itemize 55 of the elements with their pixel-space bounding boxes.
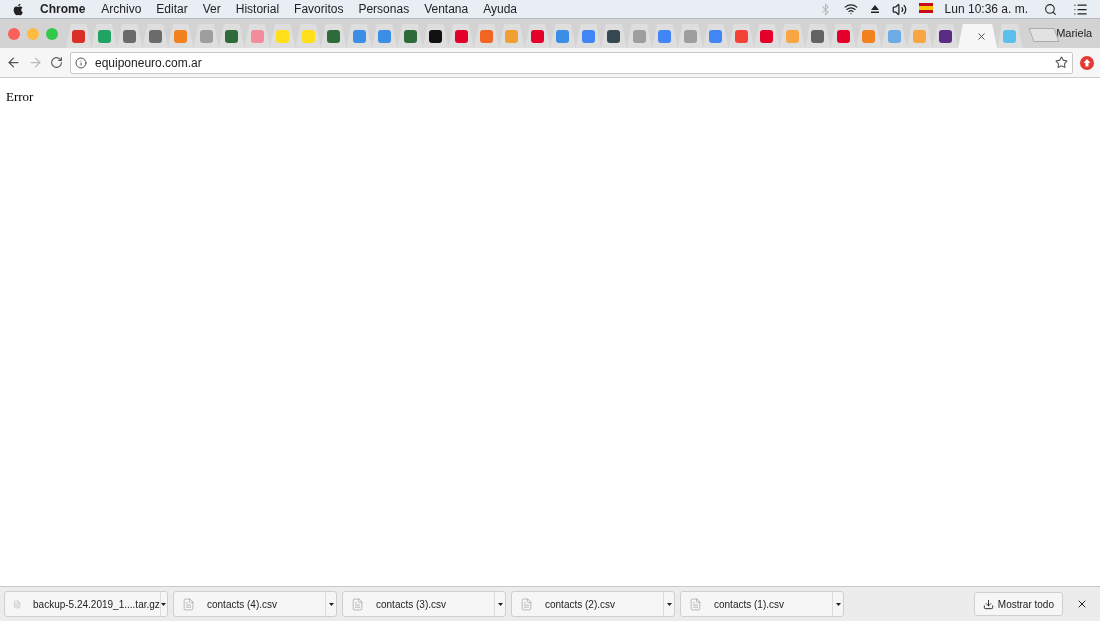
file-name: backup-5.24.2019_1....tar.gz (33, 597, 160, 612)
browser-tab[interactable] (422, 24, 449, 48)
file-icon (689, 597, 702, 611)
new-tab-button[interactable] (1028, 28, 1059, 42)
extension-icon[interactable] (1080, 55, 1094, 70)
download-item[interactable]: contacts (4).csv (173, 591, 337, 617)
download-item[interactable]: contacts (1).csv (680, 591, 844, 617)
caret-icon[interactable] (663, 592, 674, 616)
info-icon[interactable] (75, 56, 87, 69)
apple-logo-icon[interactable] (12, 2, 24, 16)
download-item[interactable]: contacts (3).csv (342, 591, 506, 617)
notification-list-icon[interactable] (1073, 1, 1088, 17)
download-item[interactable]: contacts (2).csv (511, 591, 675, 617)
file-icon (182, 597, 195, 611)
menu-item[interactable]: Ver (202, 0, 221, 18)
file-icon (520, 597, 533, 611)
wifi-icon[interactable] (843, 2, 858, 16)
clock[interactable]: Lun 10:36 a. m. (944, 0, 1028, 18)
file-name: contacts (4).csv (207, 597, 279, 612)
file-name: contacts (2).csv (545, 597, 617, 612)
browser-tab[interactable] (601, 24, 627, 48)
search-icon[interactable] (1044, 2, 1057, 16)
bookmark-star-icon[interactable] (1055, 56, 1068, 69)
app-menu[interactable]: Chrome (40, 0, 86, 18)
caret-icon[interactable] (494, 592, 505, 616)
address-bar[interactable]: equiponeuro.com.ar (70, 51, 1073, 74)
download-icon (982, 598, 994, 610)
profile-name[interactable]: Mariela (1056, 25, 1093, 42)
close-icon[interactable] (1076, 598, 1088, 610)
volume-icon[interactable] (891, 1, 907, 17)
menu-item[interactable]: Favoritos (294, 0, 344, 18)
file-icon (13, 597, 22, 611)
error-text: Error (6, 89, 34, 104)
file-name: contacts (3).csv (376, 597, 448, 612)
menu-item[interactable]: Archivo (101, 0, 142, 18)
caret-icon[interactable] (832, 592, 843, 616)
menu-item[interactable]: Ayuda (483, 0, 517, 18)
menu-item[interactable]: Ventana (424, 0, 469, 18)
eject-icon[interactable] (869, 4, 880, 14)
browser-tab[interactable] (932, 24, 958, 48)
close-window-button[interactable] (8, 27, 20, 40)
menu-item[interactable]: Personas (358, 0, 410, 18)
back-icon[interactable] (6, 55, 21, 70)
caret-icon[interactable] (159, 592, 167, 616)
menu-item[interactable]: Historial (235, 0, 280, 18)
close-tab-icon[interactable] (976, 30, 988, 42)
url-text: equiponeuro.com.ar (95, 54, 202, 72)
menu-item[interactable]: Editar (156, 0, 188, 18)
file-name: contacts (1).csv (714, 597, 786, 612)
flag-icon[interactable] (918, 2, 933, 16)
download-item[interactable]: backup-5.24.2019_1....tar.gz (4, 591, 168, 617)
caret-icon[interactable] (325, 592, 336, 616)
show-all-button[interactable]: Mostrar todo (973, 592, 1063, 616)
file-icon (351, 597, 364, 611)
reload-icon[interactable] (50, 56, 63, 69)
